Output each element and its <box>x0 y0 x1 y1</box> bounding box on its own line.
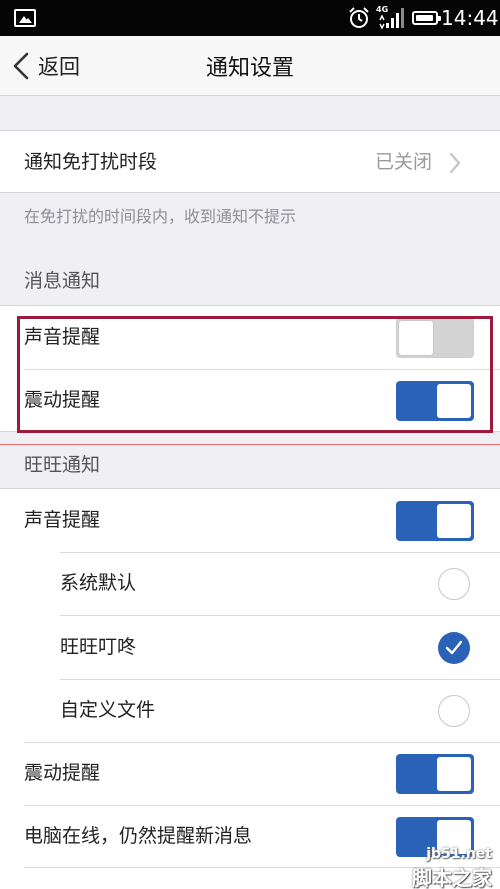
message-vibrate-label: 震动提醒 <box>24 389 101 411</box>
clock: 14:44 <box>441 6 499 30</box>
tone-option-wangwang-dingdong[interactable]: 旺旺叮咚 <box>0 616 500 679</box>
message-sound-toggle[interactable] <box>396 318 474 358</box>
wangwang-notifications-group: 声音提醒 系统默认 旺旺叮咚 自定义文件 震动提醒 电脑在线，仍然提醒新消息 <box>0 488 500 889</box>
gallery-icon <box>14 9 36 27</box>
status-bar: 4G 14:44 <box>0 0 500 36</box>
watermark-name: 脚本之家 <box>412 866 492 889</box>
pc-online-row: 电脑在线，仍然提醒新消息 <box>0 805 500 868</box>
tone-label: 系统默认 <box>60 572 137 594</box>
wangwang-sound-label: 声音提醒 <box>24 509 101 531</box>
tone-radio[interactable] <box>438 568 470 600</box>
annotation-line <box>0 444 500 445</box>
chevron-right-icon <box>449 152 461 174</box>
wangwang-sound-row: 声音提醒 <box>0 489 500 552</box>
message-sound-label: 声音提醒 <box>24 326 101 348</box>
dnd-row[interactable]: 通知免打扰时段 已关闭 <box>0 131 500 194</box>
message-vibrate-toggle[interactable] <box>396 381 474 421</box>
pc-online-label: 电脑在线，仍然提醒新消息 <box>24 825 253 847</box>
tone-label: 旺旺叮咚 <box>60 636 137 658</box>
dnd-label: 通知免打扰时段 <box>24 151 158 173</box>
wangwang-vibrate-label: 震动提醒 <box>24 762 101 784</box>
page-title: 通知设置 <box>205 56 294 81</box>
tone-radio[interactable] <box>438 632 470 664</box>
wangwang-sound-toggle[interactable] <box>396 501 474 541</box>
tone-radio[interactable] <box>438 695 470 727</box>
message-sound-row: 声音提醒 <box>0 306 500 369</box>
section-label-message: 消息通知 <box>24 270 101 292</box>
message-notifications-group: 声音提醒 震动提醒 <box>0 305 500 432</box>
alarm-icon <box>349 7 369 28</box>
section-label-wangwang: 旺旺通知 <box>24 454 101 476</box>
tone-option-custom-file[interactable]: 自定义文件 <box>0 679 500 742</box>
wangwang-vibrate-row: 震动提醒 <box>0 742 500 805</box>
checkmark-icon <box>445 640 463 655</box>
tone-option-system-default[interactable]: 系统默认 <box>0 552 500 615</box>
dnd-hint: 在免打扰的时间段内，收到通知不提示 <box>24 207 297 226</box>
battery-icon <box>412 11 441 25</box>
dnd-group: 通知免打扰时段 已关闭 <box>0 130 500 193</box>
message-vibrate-row: 震动提醒 <box>0 369 500 432</box>
dnd-value: 已关闭 <box>374 151 432 173</box>
signal-icon <box>379 8 404 30</box>
wangwang-vibrate-toggle[interactable] <box>396 754 474 794</box>
watermark-url: jb51.net <box>426 846 492 862</box>
tone-label: 自定义文件 <box>60 699 156 721</box>
